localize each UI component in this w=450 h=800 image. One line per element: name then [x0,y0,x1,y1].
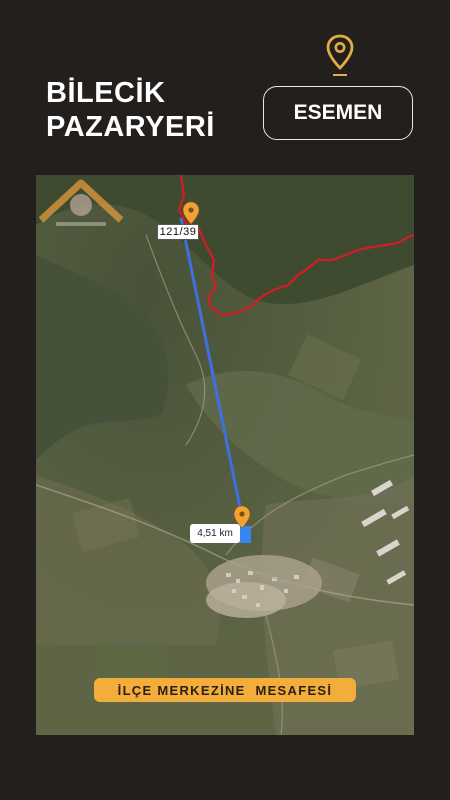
map-caption: İLÇE MERKEZİNE MESAFESİ [94,678,356,702]
distance-label: 4,51 km [190,524,240,543]
watermark-logo [38,179,124,226]
page-title: BİLECİK PAZARYERİ [46,76,215,144]
location-button[interactable]: ESEMEN [263,86,413,140]
title-line-1: BİLECİK [46,77,166,109]
title-line-2: PAZARYERİ [46,111,215,143]
parcel-number-label: 121/39 [157,224,199,240]
location-pin-icon [326,34,354,76]
map-imagery [36,175,414,735]
satellite-map[interactable]: 121/39 4,51 km İLÇE MERKEZİNE MESAFESİ [36,175,414,735]
